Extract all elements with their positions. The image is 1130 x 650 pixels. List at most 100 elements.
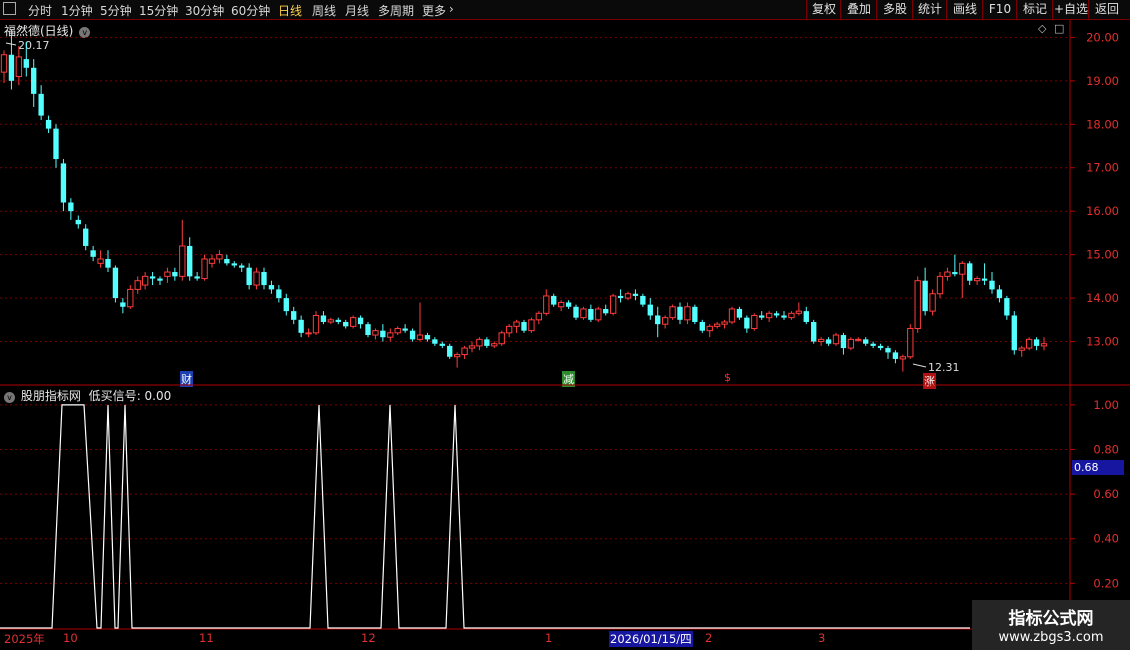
candle-body	[68, 202, 74, 212]
candle-body	[372, 330, 379, 336]
x-tick-label: 10	[63, 631, 78, 645]
candle-body	[1040, 343, 1048, 347]
candle-body	[23, 59, 29, 68]
candle-body	[187, 245, 193, 277]
candle-body	[692, 306, 698, 322]
candle-body	[543, 295, 550, 314]
candle-body	[528, 319, 535, 332]
candle-body	[291, 311, 297, 320]
x-tick-label: 12	[361, 631, 376, 645]
candle-body	[38, 93, 44, 116]
candle-body	[929, 293, 936, 312]
candle-body	[573, 306, 579, 318]
candle-body	[164, 271, 171, 277]
candle-body	[239, 265, 245, 268]
candle-body	[387, 332, 394, 338]
candle-body	[365, 324, 371, 336]
candle-body	[892, 352, 899, 359]
y-tick-label: 13.00	[1086, 335, 1119, 349]
signal-line	[0, 404, 970, 629]
candle-body	[60, 163, 67, 203]
x-tick-label: 2	[705, 631, 713, 645]
candle-body	[832, 334, 840, 345]
candle-body	[981, 278, 988, 281]
candle-body	[208, 258, 216, 264]
candle-body	[580, 308, 587, 319]
candle-body	[1011, 315, 1017, 351]
candle-body	[268, 285, 275, 290]
candle-body	[706, 325, 713, 332]
candle-body	[298, 319, 304, 333]
candle-body	[432, 339, 438, 344]
candle-body	[157, 278, 163, 281]
candle-body	[603, 308, 609, 314]
candle-body	[899, 356, 907, 360]
y-tick-label: 0.80	[1093, 442, 1119, 456]
candle-body	[216, 254, 223, 260]
candle-body	[944, 271, 951, 277]
candle-body	[1033, 339, 1040, 346]
candle-body	[380, 330, 386, 338]
candle-body	[343, 321, 349, 327]
candle-body	[53, 128, 59, 160]
candle-body	[276, 289, 282, 299]
candle-body	[736, 308, 743, 318]
y-tick-label: 15.00	[1086, 248, 1119, 262]
x-tick-label: 3	[818, 631, 826, 645]
candle-body	[609, 295, 617, 314]
candle-body	[973, 278, 981, 282]
watermark-url: www.zbgs3.com	[998, 630, 1104, 645]
candle-body	[817, 338, 825, 343]
candle-body	[773, 313, 780, 316]
candle-body	[224, 258, 230, 264]
candle-body	[0, 54, 8, 73]
kline-and-indicator-chart[interactable]: 20.00 19.00 18.00 17.00 16.00 15.00 14.00 13.00…	[0, 0, 1130, 650]
candle-body	[416, 334, 424, 340]
candle-body	[640, 295, 646, 305]
candle-body	[149, 276, 156, 279]
candle-body	[870, 343, 876, 346]
candle-body	[424, 335, 431, 340]
candle-body	[535, 312, 543, 321]
candle-body	[246, 267, 252, 286]
candle-body	[484, 339, 490, 346]
candle-body	[134, 280, 141, 290]
candle-body	[335, 319, 341, 322]
candle-body	[394, 328, 401, 334]
candle-body	[253, 271, 260, 286]
candle-body	[439, 343, 445, 346]
candle-body	[595, 308, 602, 321]
candle-body	[402, 328, 408, 331]
candle-body	[744, 317, 750, 329]
candle-body	[847, 338, 855, 349]
candle-body	[90, 250, 96, 257]
candle-body	[127, 288, 134, 308]
candle-body	[989, 280, 995, 290]
x-tick-label: 1	[545, 631, 553, 645]
candle-body	[914, 280, 921, 330]
candle-body	[765, 312, 773, 319]
candle-body	[677, 306, 683, 320]
candle-body	[312, 314, 320, 334]
candle-body	[803, 311, 809, 322]
candle-body	[1025, 338, 1033, 349]
y-tick-label: 19.00	[1086, 74, 1119, 88]
candle-body	[31, 67, 37, 94]
candle-body	[952, 272, 958, 275]
y-tick-label: 20.00	[1086, 30, 1119, 44]
candle-body	[172, 272, 178, 277]
candle-body	[781, 315, 787, 318]
y-tick-label: 0.40	[1093, 532, 1119, 546]
candle-body	[476, 338, 483, 347]
candle-body	[751, 314, 758, 330]
candle-body	[491, 343, 498, 347]
watermark: 指标公式网 www.zbgs3.com	[972, 600, 1130, 650]
candle-body	[468, 345, 476, 349]
candle-body	[795, 310, 803, 314]
candle-body	[788, 312, 795, 319]
candle-body	[669, 306, 676, 319]
low-pointer	[912, 363, 927, 368]
candle-body	[713, 323, 721, 327]
candle-body	[327, 319, 335, 323]
candle-body	[305, 332, 312, 335]
